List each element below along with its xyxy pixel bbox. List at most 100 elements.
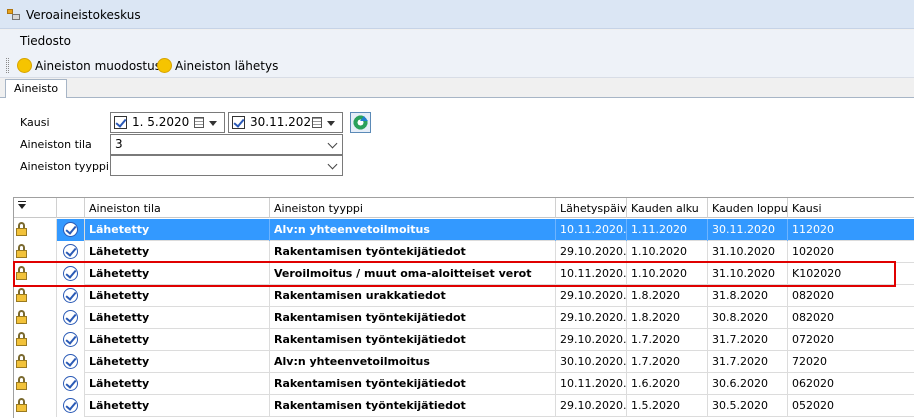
table-row[interactable]: Lähetetty Veroilmoitus / muut oma-aloitte… [14,263,914,285]
checkmark-circle-icon [63,288,78,303]
header-kauden-loppu[interactable]: Kauden loppu [708,198,788,218]
lock-icon [16,288,27,302]
status-cell [57,329,85,351]
date-to-checkbox[interactable] [232,116,245,129]
cell-kauden-loppu: 30.5.2020 [708,395,788,417]
cell-lahetyspaiva: 29.10.2020... [556,329,627,351]
cell-kauden-loppu: 31.10.2020 [708,263,788,285]
cell-aineiston-tila: Lähetetty [85,395,270,417]
lock-icon [16,332,27,346]
cell-lahetyspaiva: 29.10.2020... [556,285,627,307]
aineiston-muodostus-button[interactable]: Aineiston muodostus [17,56,161,75]
column-chooser[interactable] [14,198,57,218]
menu-tiedosto[interactable]: Tiedosto [20,34,71,48]
cell-kauden-alku: 1.11.2020 [627,219,708,241]
cell-kauden-loppu: 30.6.2020 [708,373,788,395]
cell-aineiston-tyyppi: Rakentamisen urakkatiedot [270,285,556,307]
yellow-circle-icon [17,58,32,73]
cell-kausi: 062020 [788,373,914,395]
table-row[interactable]: Lähetetty Rakentamisen työntekijätiedot 29… [14,241,914,263]
cell-aineiston-tila: Lähetetty [85,219,270,241]
lock-icon [16,398,27,412]
filter-arrow-icon [18,201,26,209]
aineiston-muodostus-label: Aineiston muodostus [35,58,161,73]
status-cell [57,263,85,285]
table-row[interactable]: Lähetetty Rakentamisen työntekijätiedot 29… [14,307,914,329]
lock-cell [14,351,57,373]
cell-kausi: 112020 [788,219,914,241]
app-icon [7,9,21,21]
lock-icon [16,310,27,324]
aineiston-tila-value: 3 [115,137,123,151]
cell-kauden-alku: 1.10.2020 [627,241,708,263]
checkmark-circle-icon [63,376,78,391]
date-from-checkbox[interactable] [114,116,127,129]
header-check [57,198,85,218]
aineiston-tila-select[interactable]: 3 [110,134,343,155]
cell-aineiston-tyyppi: Veroilmoitus / muut oma-aloitteiset vero… [270,263,556,285]
checkmark-circle-icon [63,310,78,325]
date-from-picker[interactable]: 1. 5.2020 [110,112,225,133]
cell-aineiston-tyyppi: Rakentamisen työntekijätiedot [270,373,556,395]
cell-lahetyspaiva: 29.10.2020... [556,307,627,329]
toolbar-grip[interactable] [6,58,9,73]
lock-cell [14,329,57,351]
cell-kauden-loppu: 31.7.2020 [708,329,788,351]
cell-kausi: 102020 [788,241,914,263]
tab-aineisto[interactable]: Aineisto [5,79,68,99]
status-cell [57,285,85,307]
table-row[interactable]: Lähetetty Rakentamisen työntekijätiedot 29… [14,395,914,417]
header-aineiston-tyyppi[interactable]: Aineiston tyyppi [270,198,556,218]
lock-cell [14,373,57,395]
checkmark-circle-icon [63,244,78,259]
status-cell [57,373,85,395]
calendar-icon [312,117,322,128]
grid-header: Aineiston tila Aineiston tyyppi Lähetysp… [14,198,914,218]
lock-cell [14,241,57,263]
cell-aineiston-tyyppi: Alv:n yhteenvetoilmoitus [270,351,556,373]
cell-kauden-alku: 1.10.2020 [627,263,708,285]
refresh-button[interactable] [350,112,371,133]
cell-kauden-loppu: 31.7.2020 [708,351,788,373]
table-row[interactable]: Lähetetty Alv:n yhteenvetoilmoitus 30.10.2… [14,351,914,373]
status-cell [57,395,85,417]
cell-aineiston-tyyppi: Rakentamisen työntekijätiedot [270,395,556,417]
table-row[interactable]: Lähetetty Alv:n yhteenvetoilmoitus 10.11.2… [14,219,914,241]
date-to-picker[interactable]: 30.11.2020 [228,112,343,133]
aineiston-tyyppi-select[interactable] [110,155,343,176]
table-row[interactable]: Lähetetty Rakentamisen urakkatiedot 29.10.… [14,285,914,307]
header-kauden-alku[interactable]: Kauden alku [627,198,708,218]
checkmark-circle-icon [63,398,78,413]
cell-aineiston-tila: Lähetetty [85,351,270,373]
header-aineiston-tila[interactable]: Aineiston tila [85,198,270,218]
aineiston-lahetys-label: Aineiston lähetys [175,58,279,73]
cell-aineiston-tila: Lähetetty [85,373,270,395]
cell-kausi: 72020 [788,351,914,373]
chevron-down-icon [327,159,338,170]
date-from-value: 1. 5.2020 [132,115,190,129]
cell-kausi: K102020 [788,263,914,285]
cell-kausi: 082020 [788,285,914,307]
lock-cell [14,285,57,307]
table-row[interactable]: Lähetetty Rakentamisen työntekijätiedot 10… [14,373,914,395]
cell-kauden-alku: 1.6.2020 [627,373,708,395]
cell-lahetyspaiva: 29.10.2020... [556,241,627,263]
cell-lahetyspaiva: 10.11.2020... [556,219,627,241]
checkmark-circle-icon [63,222,78,237]
toolbar: Aineiston muodostus Aineiston lähetys [0,52,914,78]
cell-kauden-alku: 1.8.2020 [627,307,708,329]
aineiston-lahetys-button[interactable]: Aineiston lähetys [157,56,278,75]
cell-kausi: 082020 [788,307,914,329]
lock-icon [16,244,27,258]
lock-cell [14,307,57,329]
lock-cell [14,219,57,241]
header-kausi[interactable]: Kausi [788,198,914,218]
yellow-circle-icon [157,58,172,73]
dropdown-arrow-icon[interactable] [327,121,335,126]
cell-kauden-loppu: 31.10.2020 [708,241,788,263]
cell-aineiston-tyyppi: Rakentamisen työntekijätiedot [270,307,556,329]
table-row[interactable]: Lähetetty Rakentamisen työntekijätiedot 29… [14,329,914,351]
dropdown-arrow-icon[interactable] [209,121,217,126]
header-lahetyspaiva[interactable]: Lähetyspäivä [556,198,627,218]
data-grid[interactable]: Aineiston tila Aineiston tyyppi Lähetysp… [13,197,914,418]
